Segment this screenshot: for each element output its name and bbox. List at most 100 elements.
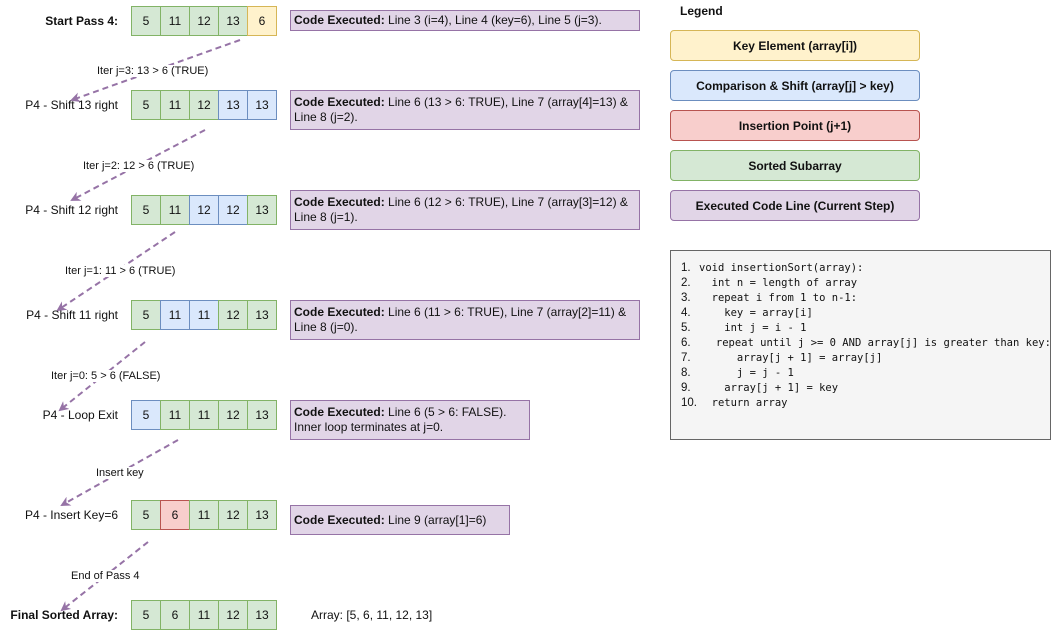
array-cell-sorted: 12: [218, 400, 248, 430]
array-row: 5 11 12 13 13: [131, 90, 277, 120]
code-executed-text: Code Executed: Line 3 (i=4), Line 4 (key…: [294, 13, 602, 28]
row-label: Start Pass 4:: [45, 14, 118, 28]
code-executed-text: Code Executed: Line 6 (12 > 6: TRUE), Li…: [294, 195, 636, 225]
code-executed-text: Code Executed: Line 6 (11 > 6: TRUE), Li…: [294, 305, 636, 335]
array-cell-sorted: 11: [160, 400, 190, 430]
legend-title: Legend: [680, 4, 723, 18]
array-cell-sorted: 13: [247, 600, 277, 630]
line-code: return array: [699, 397, 788, 409]
array-cell-sorted: 5: [131, 195, 161, 225]
pseudocode-line: 7. array[j + 1] = array[j]: [681, 351, 1042, 366]
code-executed-text: Code Executed: Line 6 (13 > 6: TRUE), Li…: [294, 95, 636, 125]
pseudocode-line: 9. array[j + 1] = key: [681, 381, 1042, 396]
array-cell-shift: 12: [218, 195, 248, 225]
row-label: P4 - Shift 12 right: [25, 203, 118, 217]
arrow-label: Iter j=0: 5 > 6 (FALSE): [50, 370, 162, 382]
code-executed-detail: Line 9 (array[1]=6): [384, 512, 487, 527]
code-executed-prefix: Code Executed:: [294, 13, 385, 27]
legend-item: Comparison & Shift (array[j] > key): [670, 70, 920, 101]
line-code: repeat until j >= 0 AND array[j] is grea…: [690, 337, 1051, 349]
line-code: array[j + 1] = key: [699, 382, 839, 394]
arrow-label: Insert key: [95, 467, 145, 479]
line-code: int n = length of array: [699, 277, 858, 289]
pseudocode-panel: 1. void insertionSort(array): 2. int n = l…: [670, 250, 1051, 440]
array-row: 5 11 12 12 13: [131, 195, 277, 225]
pseudocode-line: 10. return array: [681, 396, 1042, 411]
pseudocode-line: 6. repeat until j >= 0 AND array[j] is g…: [681, 336, 1051, 351]
array-cell-shift: 5: [131, 400, 161, 430]
pseudocode-line: 8. j = j - 1: [681, 366, 1042, 381]
array-cell-sorted: 12: [218, 500, 248, 530]
array-cell-shift: 12: [189, 195, 219, 225]
array-cell-sorted: 5: [131, 90, 161, 120]
array-cell-sorted: 11: [160, 6, 190, 36]
legend-item: Key Element (array[i]): [670, 30, 920, 61]
pseudocode-line: 4. key = array[i]: [681, 306, 1042, 321]
row-label: P4 - Shift 13 right: [25, 98, 118, 112]
legend-item: Sorted Subarray: [670, 150, 920, 181]
array-cell-sorted: 11: [189, 400, 219, 430]
array-row: 5 6 11 12 13: [131, 500, 277, 530]
array-cell-sorted: 5: [131, 500, 161, 530]
code-executed-box: Code Executed: Line 9 (array[1]=6): [290, 505, 510, 535]
line-number: 7.: [681, 352, 691, 364]
array-row: 5 6 11 12 13: [131, 600, 277, 630]
array-cell-sorted: 12: [189, 90, 219, 120]
code-executed-prefix: Code Executed:: [294, 95, 385, 109]
arrow-label: End of Pass 4: [70, 570, 141, 582]
arrow-label: Iter j=2: 12 > 6 (TRUE): [82, 160, 196, 172]
code-executed-box: Code Executed: Line 6 (12 > 6: TRUE), Li…: [290, 190, 640, 230]
array-cell-sorted: 13: [247, 300, 277, 330]
line-code: void insertionSort(array):: [699, 262, 864, 274]
line-code: key = array[i]: [699, 307, 813, 319]
code-executed-text: Code Executed: Line 9 (array[1]=6): [294, 513, 486, 528]
arrow-label: Iter j=1: 11 > 6 (TRUE): [64, 265, 177, 277]
array-row: 5 11 11 12 13: [131, 300, 277, 330]
pseudocode-line: 1. void insertionSort(array):: [681, 261, 1042, 276]
pseudocode-line: 3. repeat i from 1 to n-1:: [681, 291, 1042, 306]
line-number: 9.: [681, 382, 691, 394]
line-number: 1.: [681, 262, 691, 274]
code-executed-prefix: Code Executed:: [294, 512, 385, 527]
line-number: 10.: [681, 397, 697, 409]
array-cell-sorted: 13: [247, 195, 277, 225]
pseudocode-lines: 1. void insertionSort(array): 2. int n = l…: [681, 261, 1051, 411]
array-cell-sorted: 11: [189, 500, 219, 530]
line-number: 8.: [681, 367, 691, 379]
array-cell-sorted: 12: [218, 600, 248, 630]
row-label: Final Sorted Array:: [10, 608, 118, 622]
arrow-label: Iter j=3: 13 > 6 (TRUE): [96, 65, 210, 77]
code-executed-prefix: Code Executed:: [294, 405, 385, 419]
insertion-sort-diagram: Start Pass 4: 5 11 12 13 6 Code Executed: Line…: [0, 0, 1051, 641]
code-executed-box: Code Executed: Line 6 (5 > 6: FALSE). In…: [290, 400, 530, 440]
code-executed-detail: Line 3 (i=4), Line 4 (key=6), Line 5 (j=…: [384, 13, 602, 27]
array-cell-shift: 11: [160, 300, 190, 330]
final-array-text: Array: [5, 6, 11, 12, 13]: [311, 608, 433, 622]
array-cell-sorted: 5: [131, 600, 161, 630]
array-cell-shift: 13: [247, 90, 277, 120]
line-code: j = j - 1: [699, 367, 794, 379]
array-cell-shift: 11: [189, 300, 219, 330]
array-cell-key: 6: [247, 6, 277, 36]
row-label: P4 - Loop Exit: [42, 408, 118, 422]
array-cell-sorted: 11: [160, 90, 190, 120]
array-cell-insert: 6: [160, 500, 190, 530]
legend-item: Executed Code Line (Current Step): [670, 190, 920, 221]
array-row: 5 11 12 13 6: [131, 6, 277, 36]
array-cell-sorted: 12: [218, 300, 248, 330]
line-code: array[j + 1] = array[j]: [699, 352, 883, 364]
legend-item: Insertion Point (j+1): [670, 110, 920, 141]
array-cell-shift: 13: [218, 90, 248, 120]
array-cell-sorted: 13: [247, 500, 277, 530]
code-executed-text: Code Executed: Line 6 (5 > 6: FALSE). In…: [294, 405, 526, 435]
array-cell-sorted: 5: [131, 300, 161, 330]
line-number: 5.: [681, 322, 691, 334]
code-executed-prefix: Code Executed:: [294, 195, 385, 209]
array-cell-sorted: 5: [131, 6, 161, 36]
array-cell-sorted: 13: [218, 6, 248, 36]
array-cell-sorted: 11: [160, 195, 190, 225]
line-code: repeat i from 1 to n-1:: [699, 292, 858, 304]
row-label: P4 - Shift 11 right: [26, 308, 118, 322]
code-executed-box: Code Executed: Line 6 (11 > 6: TRUE), Li…: [290, 300, 640, 340]
code-executed-prefix: Code Executed:: [294, 305, 385, 319]
